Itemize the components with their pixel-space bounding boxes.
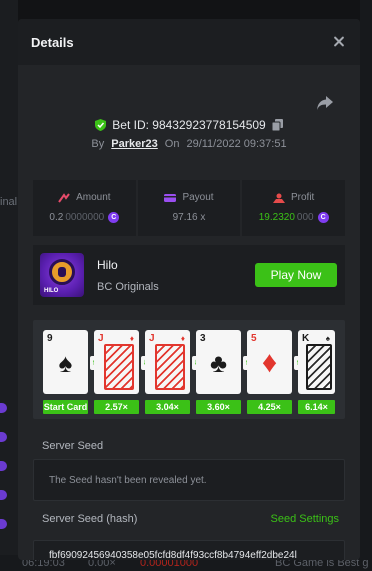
profit-value: 19.2320 000 C [259,212,329,223]
game-card: HILO Hilo BC Originals Play Now [33,245,345,305]
payout-value: 97.16 x [173,212,206,223]
playing-card: K ♠ [298,330,335,394]
game-provider: BC Originals [97,280,159,293]
server-seed-field: The Seed hasn't been revealed yet. [33,459,345,501]
share-icon[interactable] [316,95,334,111]
spade-icon: ♠ [58,348,73,378]
backdrop-right-strip [360,0,372,571]
jack-face [155,344,185,390]
username-link[interactable]: Parker23 [111,138,158,150]
play-now-button[interactable]: Play Now [255,263,337,287]
payout-label: Payout [182,192,214,203]
playing-card: J ♦ [145,330,190,394]
multiplier-badge: 4.25× [247,400,292,414]
stat-amount: Amount 0.2 0000000 C [33,180,136,236]
backdrop-left-strip [0,0,18,571]
payout-number: 97.16 x [172,212,206,223]
game-thumb-label: HILO [44,288,59,294]
server-seed-hash-label: Server Seed (hash) [42,513,138,525]
multiplier-badge: 3.60× [196,400,241,414]
server-seed-label: Server Seed [42,440,104,452]
king-face [306,344,332,390]
stat-profit: Profit 19.2320 000 C [242,180,346,236]
backdrop-left-text: inal [0,196,18,208]
game-thumbnail[interactable]: HILO [40,253,84,297]
profit-dim: 000 [296,212,314,223]
playing-card: 5 ♦ [247,330,292,394]
card-rank: K [302,333,310,344]
on-label: On [164,138,180,150]
verified-shield-icon [95,119,107,131]
details-modal: Details Bet ID: 98432923778154509 By Par… [18,19,360,560]
payout-icon [164,193,177,202]
copy-icon[interactable] [271,119,283,131]
amount-dim: 0000000 [65,212,105,223]
game-name: Hilo [97,257,118,272]
profit-label: Profit [291,192,315,203]
coin-icon: C [317,212,329,223]
profit-icon [273,193,285,203]
modal-title: Details [31,34,74,50]
bet-meta-row: By Parker23 On 29/11/2022 09:37:51 [18,138,360,150]
multiplier-badge: 6.14× [298,400,335,414]
playing-card: J ♦ [94,330,139,394]
bet-id-row: Bet ID: 98432923778154509 [18,118,360,132]
spade-icon: ♠ [325,334,330,343]
coin-icon: C [108,212,120,223]
multiplier-badge: 3.04× [145,400,190,414]
seed-settings-link[interactable]: Seed Settings [271,513,340,525]
modal-header: Details [18,19,360,65]
card-rank: J [149,333,155,344]
profit-main: 19.2320 [258,212,295,223]
hilo-logo-icon [49,259,75,285]
amount-value: 0.2 0000000 C [49,212,120,223]
playing-card: 3 ♣ [196,330,241,394]
diamond-icon: ♦ [180,334,185,343]
game-info: Hilo BC Originals [97,258,159,293]
close-icon[interactable] [330,33,348,51]
diamond-icon: ♦ [261,346,278,379]
bet-id: Bet ID: 98432923778154509 [112,118,266,132]
cards-history: 9 ♠ ⇑ J ♦ ⇓ J ♦ ⇓ 3 ♣ ⇑ 5 ♦ ⇑ K ♠ [33,320,345,419]
by-label: By [91,138,105,150]
server-seed-hash-field[interactable]: fbf69092456940358e05fcfd8df4f93ccf8b4794… [33,540,345,560]
bet-datetime: 29/11/2022 09:37:51 [186,138,287,150]
amount-label: Amount [76,192,111,203]
amount-main: 0.2 [49,212,64,223]
bet-stats: Amount 0.2 0000000 C Payout 97.16 x Prof… [33,180,346,236]
card-rank: 3 [200,333,206,344]
card-rank: J [98,333,104,344]
club-icon: ♣ [209,348,228,378]
multiplier-badge: 2.57× [94,400,139,414]
multiplier-badge: Start Card [43,400,88,414]
card-rank: 9 [47,333,53,344]
stat-payout: Payout 97.16 x [137,180,241,236]
card-rank: 5 [251,333,257,344]
diamond-icon: ♦ [129,334,134,343]
playing-card: 9 ♠ [43,330,88,394]
amount-icon [58,192,70,203]
jack-face [104,344,134,390]
